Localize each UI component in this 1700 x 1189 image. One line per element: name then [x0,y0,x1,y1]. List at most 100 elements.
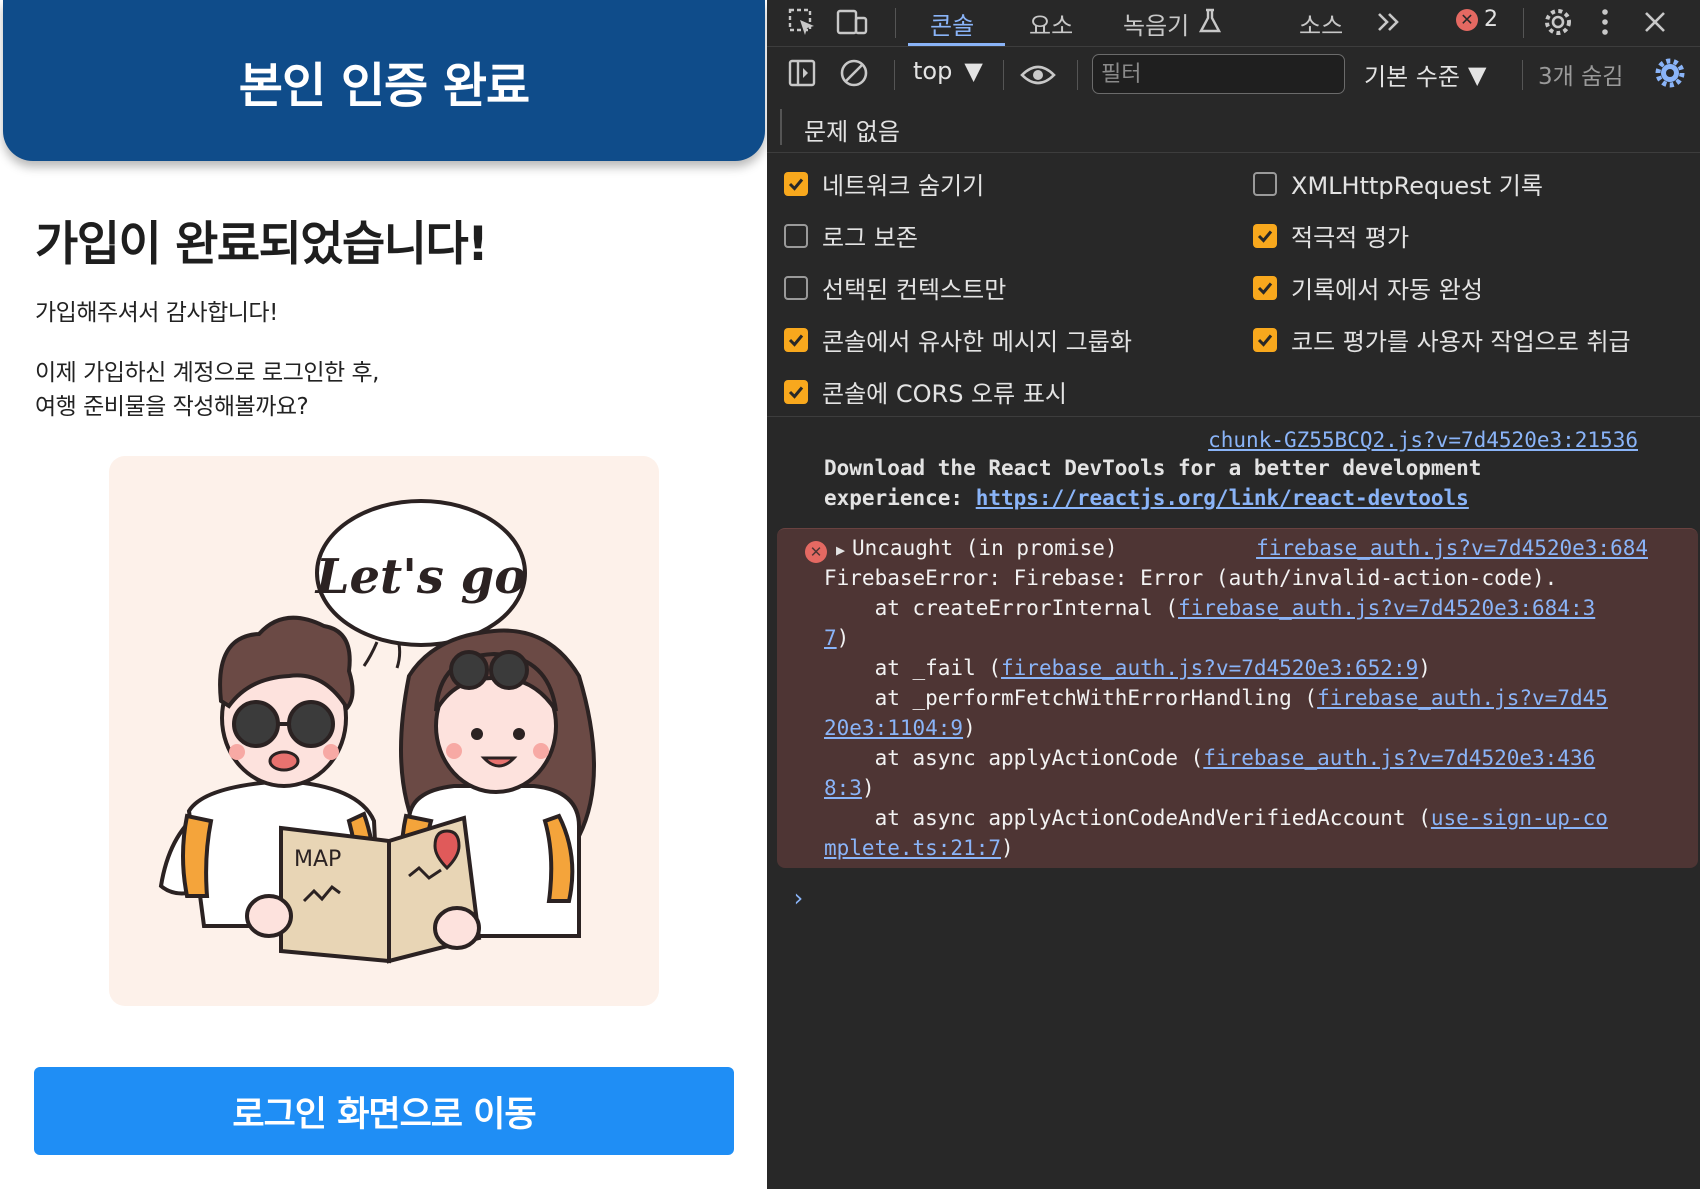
log-level-selector[interactable]: 기본 수준 ▼ [1364,57,1486,92]
setting-label: 적극적 평가 [1291,224,1410,252]
checkbox-icon [784,223,808,248]
setting-log-xhr[interactable]: XMLHttpRequest 기록 [1253,166,1543,201]
console-message-error: ✕ ▶ Uncaught (in promise) firebase_auth.… [777,528,1698,868]
signup-complete-page: 본인 인증 완료 가입이 완료되었습니다! 가입해주셔서 감사합니다! 이제 가… [0,0,767,1189]
more-options-icon[interactable] [1587,4,1623,40]
error-title[interactable]: Uncaught (in promise) [852,536,1118,560]
stack-frame-continued: 20e3:1104:9) [824,716,976,740]
setting-group-similar[interactable]: 콘솔에서 유사한 메시지 그룹화 [784,322,1132,357]
setting-label: 선택된 컨텍스트만 [822,276,1007,304]
setting-label: 네트워크 숨기기 [822,172,985,200]
message-text-line: Download the React DevTools for a better… [824,456,1482,480]
error-source-link[interactable]: firebase_auth.js?v=7d4520e3:684 [1256,536,1648,560]
next-step-line-1: 이제 가입하신 계정으로 로그인한 후, [35,360,379,386]
stack-frame-continued: 8:3) [824,776,875,800]
console-settings-gear-icon[interactable] [1652,55,1688,91]
message-source-link[interactable]: chunk-GZ55BCQ2.js?v=7d4520e3:21536 [1208,428,1638,452]
tab-sources[interactable]: 소스 [1299,0,1343,47]
close-icon[interactable] [1637,4,1673,40]
device-toolbar-icon[interactable] [834,4,870,40]
stack-frame-link[interactable]: firebase_auth.js?v=7d4520e3:436 [1203,746,1595,770]
stack-frame-text: at _performFetchWithErrorHandling ( [824,686,1318,710]
chevron-down-icon: ▼ [964,57,983,85]
stack-frame-link[interactable]: 8:3 [824,776,862,800]
devtools-tabbar: 콘솔 요소 녹음기 소스 ✕ 2 [767,0,1700,47]
tab-elements[interactable]: 요소 [1029,0,1073,47]
stack-frame-link[interactable]: firebase_auth.js?v=7d4520e3:684:3 [1178,596,1595,620]
more-tabs-icon[interactable] [1371,4,1407,40]
setting-show-cors-errors[interactable]: 콘솔에 CORS 오류 표시 [784,374,1067,409]
console-settings-panel: 네트워크 숨기기 XMLHttpRequest 기록 로그 보존 적극적 평가 … [767,154,1700,417]
stack-frame-link[interactable]: 20e3:1104:9 [824,716,963,740]
checkbox-icon [784,171,808,196]
console-prompt[interactable]: › [791,884,805,912]
live-expression-eye-icon[interactable] [1020,57,1056,93]
checkbox-icon [784,379,808,404]
settings-gear-icon[interactable] [1540,4,1576,40]
context-selector[interactable]: top ▼ [913,57,983,85]
expand-triangle-icon[interactable]: ▶ [836,541,845,559]
clear-console-icon[interactable] [836,55,872,91]
next-step-message: 이제 가입하신 계정으로 로그인한 후, 여행 준비물을 작성해볼까요? [35,356,379,424]
inspect-element-icon[interactable] [784,4,820,40]
sidebar-toggle-icon[interactable] [784,55,820,91]
stack-frame: at _fail (firebase_auth.js?v=7d4520e3:65… [824,656,1431,680]
setting-user-activation-eval[interactable]: 코드 평가를 사용자 작업으로 취급 [1253,322,1631,357]
checkbox-icon [1253,223,1277,248]
stack-frame: at async applyActionCode (firebase_auth.… [824,746,1596,770]
travelers-illustration: Let's go MAP [109,456,659,1006]
thanks-message: 가입해주셔서 감사합니다! [35,300,278,326]
stack-frame-text: at async applyActionCodeAndVerifiedAccou… [824,806,1431,830]
console-message-info: chunk-GZ55BCQ2.js?v=7d4520e3:21536 Downl… [767,428,1700,528]
go-to-login-button[interactable]: 로그인 화면으로 이동 [34,1067,734,1155]
setting-label: 로그 보존 [822,224,918,252]
tab-recorder[interactable]: 녹음기 [1123,0,1222,47]
setting-label: 콘솔에서 유사한 메시지 그룹화 [822,328,1132,356]
tab-console[interactable]: 콘솔 [930,0,974,47]
checkbox-icon [784,275,808,300]
header-title: 본인 인증 완료 [238,57,530,114]
console-toolbar: top ▼ 기본 수준 ▼ 3개 숨김 [767,48,1700,102]
stack-frame-link[interactable]: firebase_auth.js?v=7d45 [1317,686,1608,710]
issues-bar: 문제 없음 [767,103,1700,153]
stack-frame-link[interactable]: 7 [824,626,837,650]
page-header: 본인 인증 완료 [3,0,765,161]
setting-hide-network[interactable]: 네트워크 숨기기 [784,166,984,201]
stack-frame-text: ) [963,716,976,740]
stack-frame-continued: mplete.ts:21:7) [824,836,1014,860]
stack-frame-continued: 7) [824,626,849,650]
map-drawing: MAP [245,815,482,964]
message-text: experience: [824,486,976,510]
react-devtools-link[interactable]: https://reactjs.org/link/react-devtools [976,486,1469,510]
error-counter[interactable]: ✕ 2 [1456,7,1498,32]
stack-frame-text: ) [861,776,875,800]
map-label: MAP [294,847,341,872]
error-message: FirebaseError: Firebase: Error (auth/inv… [824,566,1558,590]
bubble-text: Let's go [314,549,526,605]
console-filter-input[interactable] [1092,54,1345,94]
checkbox-icon [784,327,808,352]
setting-label: XMLHttpRequest 기록 [1291,172,1543,200]
stack-frame-link[interactable]: firebase_auth.js?v=7d4520e3:652:9 [1001,656,1418,680]
error-count-icon: ✕ [1456,8,1478,31]
completion-heading: 가입이 완료되었습니다! [35,217,489,272]
stack-frame-text: at async applyActionCode ( [824,746,1204,770]
issues-status[interactable]: 문제 없음 [804,112,900,147]
checkbox-icon [1253,275,1277,300]
stack-frame-text: ) [836,626,850,650]
stack-frame-link[interactable]: mplete.ts:21:7 [824,836,1001,860]
error-count-value: 2 [1484,7,1498,32]
stack-frame: at createErrorInternal (firebase_auth.js… [824,596,1596,620]
active-tab-indicator [908,43,1005,46]
context-value: top [913,57,953,85]
stack-frame: at _performFetchWithErrorHandling (fireb… [824,686,1608,710]
flask-icon [1199,8,1222,40]
setting-eager-evaluation[interactable]: 적극적 평가 [1253,218,1409,253]
setting-preserve-log[interactable]: 로그 보존 [784,218,918,253]
stack-frame-text: at _fail ( [824,656,1002,680]
setting-selected-context-only[interactable]: 선택된 컨텍스트만 [784,270,1006,305]
next-step-line-2: 여행 준비물을 작성해볼까요? [35,394,309,420]
stack-frame-link[interactable]: use-sign-up-co [1431,806,1608,830]
devtools-panel: 콘솔 요소 녹음기 소스 ✕ 2 top ▼ 필터 기본 수준 ▼ 3개 숨김 … [767,0,1700,1189]
setting-autocomplete-history[interactable]: 기록에서 자동 완성 [1253,270,1483,305]
